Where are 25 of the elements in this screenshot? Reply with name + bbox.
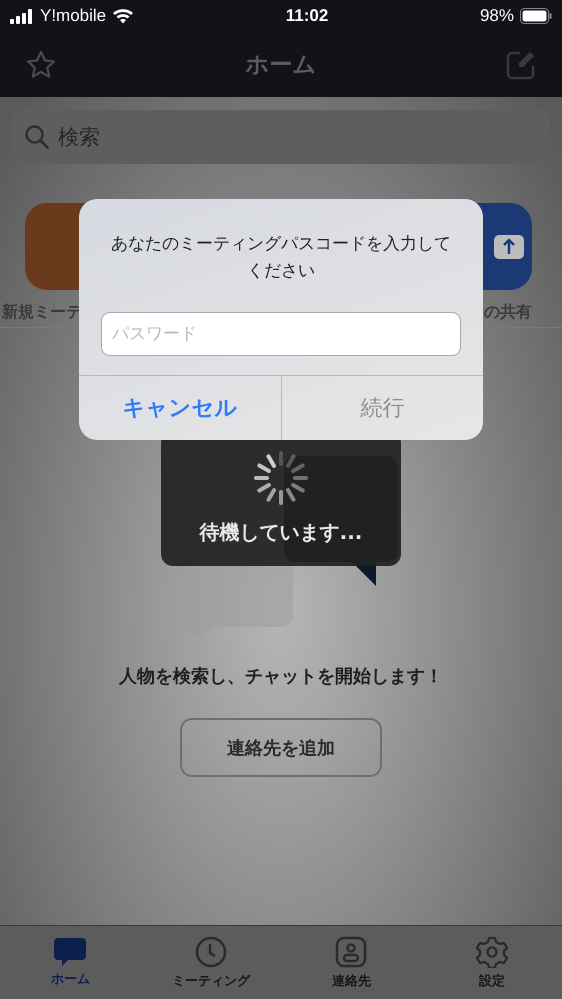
signal-icon — [10, 8, 34, 24]
password-field[interactable]: パスワード — [101, 312, 461, 356]
search-icon — [24, 124, 50, 150]
dialog-button[interactable]: キャンセル — [79, 376, 281, 440]
tab[interactable]: ホーム — [0, 926, 140, 999]
carrier-name: Y!mobile — [40, 6, 106, 26]
contact-icon — [335, 936, 368, 968]
screen-title: ホーム — [246, 51, 316, 80]
dialog-message: あなたのミーティングパスコードを入力してください — [110, 233, 452, 284]
wifi-icon — [112, 8, 134, 24]
search-field[interactable]: 検索 — [12, 110, 550, 164]
tab[interactable]: 連絡先 — [281, 926, 422, 999]
battery-percent: 98% — [480, 6, 514, 26]
chat-bubble-icon — [54, 938, 86, 966]
settings-icon — [476, 936, 508, 968]
tab[interactable]: 設定 — [422, 926, 562, 999]
empty-state-message: 人物を検索し、チャットを開始します！ — [119, 665, 443, 688]
status-time: 11:02 — [286, 6, 328, 26]
star-icon[interactable] — [26, 50, 56, 80]
battery-icon — [520, 8, 552, 24]
clock-icon — [194, 936, 227, 968]
add-contact-button[interactable]: 連絡先を追加 — [180, 718, 382, 777]
tab[interactable]: ミーティング — [140, 926, 281, 999]
loading-spinner-icon — [254, 451, 308, 505]
loading-text: 待機しています... — [200, 519, 362, 546]
